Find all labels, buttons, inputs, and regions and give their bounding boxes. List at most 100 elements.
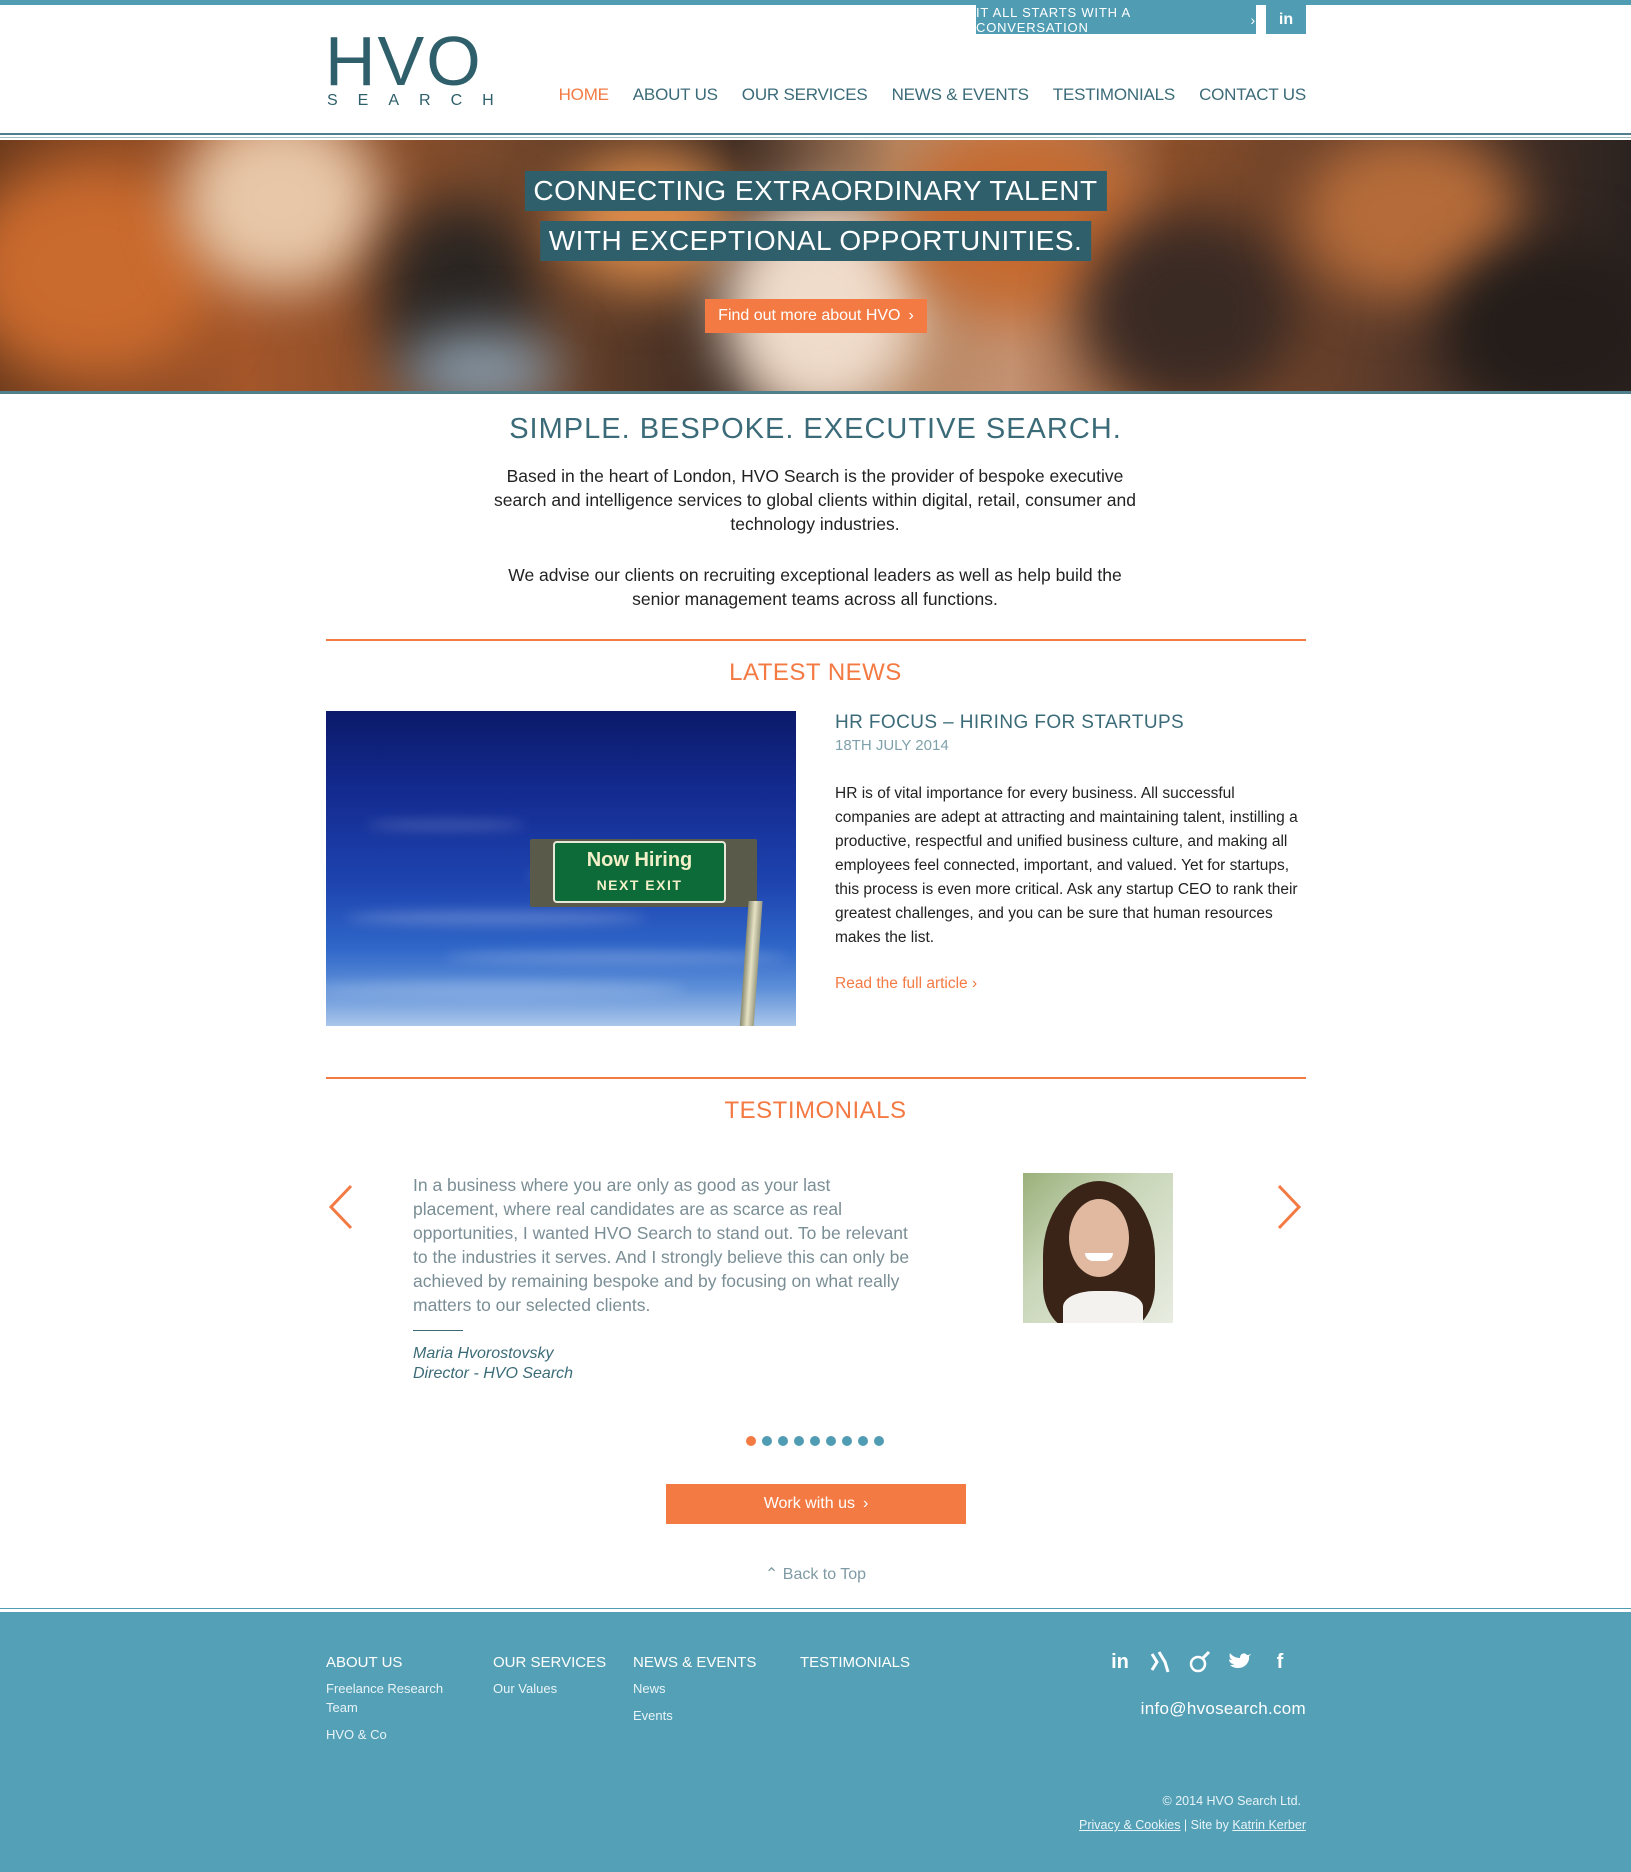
footer-link-values[interactable]: Our Values xyxy=(493,1679,633,1698)
avatar-smile xyxy=(1085,1253,1113,1261)
section-divider xyxy=(326,1077,1306,1079)
testimonial-divider xyxy=(413,1330,463,1331)
testimonial-avatar xyxy=(1023,1173,1173,1323)
facebook-icon[interactable]: f xyxy=(1268,1650,1292,1674)
hero-bg-blob xyxy=(1080,210,1300,392)
footer-column-testimonials: TESTIMONIALS xyxy=(800,1654,910,1679)
twitter-icon[interactable] xyxy=(1228,1650,1252,1674)
cloud-streak xyxy=(446,951,786,963)
nav-item-news-events[interactable]: NEWS & EVENTS xyxy=(892,85,1029,105)
intro-paragraph: Based in the heart of London, HVO Search… xyxy=(493,466,1136,534)
chevron-right-icon: › xyxy=(972,975,978,992)
footer-link-testimonials[interactable]: TESTIMONIALS xyxy=(800,1654,910,1671)
carousel-dots xyxy=(746,1436,884,1446)
hero-headline-line-1: CONNECTING EXTRAORDINARY TALENT xyxy=(524,171,1107,211)
logo[interactable]: HVO SEARCH xyxy=(325,22,514,109)
footer-column-services: OUR SERVICES Our Values xyxy=(493,1654,633,1706)
cloud-streak xyxy=(326,981,686,997)
carousel-dot[interactable] xyxy=(778,1436,788,1446)
latest-news-title: LATEST NEWS xyxy=(729,659,902,686)
chevron-up-icon: ⌃ xyxy=(764,1566,779,1583)
avatar-face xyxy=(1069,1199,1129,1277)
testimonial-quote: In a business where you are only as good… xyxy=(413,1175,910,1315)
chevron-right-icon: › xyxy=(908,307,914,324)
carousel-dot[interactable] xyxy=(826,1436,836,1446)
designer-link[interactable]: Katrin Kerber xyxy=(1232,1818,1306,1832)
testimonial-author: Maria Hvorostovsky xyxy=(413,1345,554,1362)
avatar-shirt xyxy=(1063,1291,1143,1323)
sign-text: Now Hiring xyxy=(586,849,693,871)
main-nav: HOME ABOUT US OUR SERVICES NEWS & EVENTS… xyxy=(559,85,1307,105)
footer: ABOUT US Freelance Research Team HVO & C… xyxy=(0,1612,1631,1872)
footer-column-news: NEWS & EVENTS News Events xyxy=(633,1654,773,1733)
carousel-dot[interactable] xyxy=(842,1436,852,1446)
carousel-dot[interactable] xyxy=(810,1436,820,1446)
social-icons: in f xyxy=(1108,1650,1292,1674)
chevron-right-icon: › xyxy=(1250,11,1256,28)
linkedin-icon[interactable]: in xyxy=(1266,5,1306,34)
intro-paragraph: We advise our clients on recruiting exce… xyxy=(508,565,1122,609)
carousel-next-icon[interactable] xyxy=(1275,1184,1303,1230)
find-out-more-button[interactable]: Find out more about HVO › xyxy=(705,299,927,333)
nav-item-services[interactable]: OUR SERVICES xyxy=(742,85,868,105)
carousel-dot[interactable] xyxy=(874,1436,884,1446)
top-accent-bar xyxy=(0,0,1631,5)
find-out-more-label: Find out more about HVO xyxy=(718,307,901,324)
xing-icon[interactable] xyxy=(1148,1650,1172,1674)
privacy-cookies-link[interactable]: Privacy & Cookies xyxy=(1079,1818,1180,1832)
now-hiring-sign: Now Hiring NEXT EXIT xyxy=(553,841,726,903)
cloud-streak xyxy=(346,911,646,925)
hero-banner: CONNECTING EXTRAORDINARY TALENT WITH EXC… xyxy=(0,140,1631,392)
intro-title: SIMPLE. BESPOKE. EXECUTIVE SEARCH. xyxy=(509,413,1122,445)
nav-item-about[interactable]: ABOUT US xyxy=(633,85,718,105)
nav-item-contact[interactable]: CONTACT US xyxy=(1199,85,1306,105)
read-full-article-label: Read the full article xyxy=(835,975,968,992)
footer-link-news-events[interactable]: NEWS & EVENTS xyxy=(633,1654,773,1671)
hero-bottom-border xyxy=(0,391,1631,394)
footer-link-services[interactable]: OUR SERVICES xyxy=(493,1654,633,1671)
carousel-dot[interactable] xyxy=(858,1436,868,1446)
back-to-top-label: Back to Top xyxy=(782,1566,867,1583)
cloud-streak xyxy=(366,821,526,829)
sign-pole xyxy=(739,901,763,1026)
header-divider-thin xyxy=(0,137,1631,138)
carousel-prev-icon[interactable] xyxy=(327,1184,355,1230)
testimonials-title: TESTIMONIALS xyxy=(724,1097,907,1124)
news-article-title[interactable]: HR FOCUS – HIRING FOR STARTUPS xyxy=(835,712,1184,734)
news-image[interactable]: Now Hiring NEXT EXIT xyxy=(326,711,796,1026)
logo-subtext: SEARCH xyxy=(327,92,514,109)
work-with-us-button[interactable]: Work with us › xyxy=(666,1484,966,1524)
header-divider xyxy=(0,133,1631,135)
back-to-top-link[interactable]: ⌃ Back to Top xyxy=(0,1564,1631,1584)
footer-link-freelance[interactable]: Freelance Research Team xyxy=(326,1679,466,1717)
legal-links: Privacy & Cookies | Site by Katrin Kerbe… xyxy=(1079,1818,1306,1832)
footer-top-border xyxy=(0,1608,1631,1609)
sign-subtext: NEXT EXIT xyxy=(596,877,683,893)
footer-column-about: ABOUT US Freelance Research Team HVO & C… xyxy=(326,1654,466,1752)
carousel-dot[interactable] xyxy=(762,1436,772,1446)
chevron-right-icon: › xyxy=(862,1495,869,1512)
contact-email-link[interactable]: info@hvosearch.com xyxy=(1141,1699,1306,1719)
viadeo-icon[interactable] xyxy=(1188,1650,1212,1674)
section-divider xyxy=(326,639,1306,641)
testimonial-author-role: Director - HVO Search xyxy=(413,1365,574,1382)
cta-label: IT ALL STARTS WITH A CONVERSATION xyxy=(976,4,1131,35)
footer-link-events[interactable]: Events xyxy=(633,1706,773,1725)
footer-link-hvo-co[interactable]: HVO & Co xyxy=(326,1725,466,1744)
footer-link-about[interactable]: ABOUT US xyxy=(326,1654,466,1671)
carousel-dot[interactable] xyxy=(794,1436,804,1446)
nav-item-testimonials[interactable]: TESTIMONIALS xyxy=(1053,85,1175,105)
copyright-text: © 2014 HVO Search Ltd. xyxy=(1162,1794,1301,1808)
news-article-date: 18TH JULY 2014 xyxy=(835,737,949,754)
logo-text: HVO xyxy=(325,22,483,100)
work-with-us-label: Work with us xyxy=(763,1495,855,1512)
news-article-excerpt: HR is of vital importance for every busi… xyxy=(835,785,1298,946)
footer-link-news[interactable]: News xyxy=(633,1679,773,1698)
carousel-dot[interactable] xyxy=(746,1436,756,1446)
nav-item-home[interactable]: HOME xyxy=(559,85,609,105)
site-by-text: | Site by xyxy=(1180,1818,1233,1832)
hero-headline-line-2: WITH EXCEPTIONAL OPPORTUNITIES. xyxy=(539,221,1092,261)
conversation-cta-button[interactable]: IT ALL STARTS WITH A CONVERSATION › xyxy=(976,4,1256,35)
read-full-article-link[interactable]: Read the full article › xyxy=(835,975,977,993)
linkedin-icon[interactable]: in xyxy=(1108,1650,1132,1674)
